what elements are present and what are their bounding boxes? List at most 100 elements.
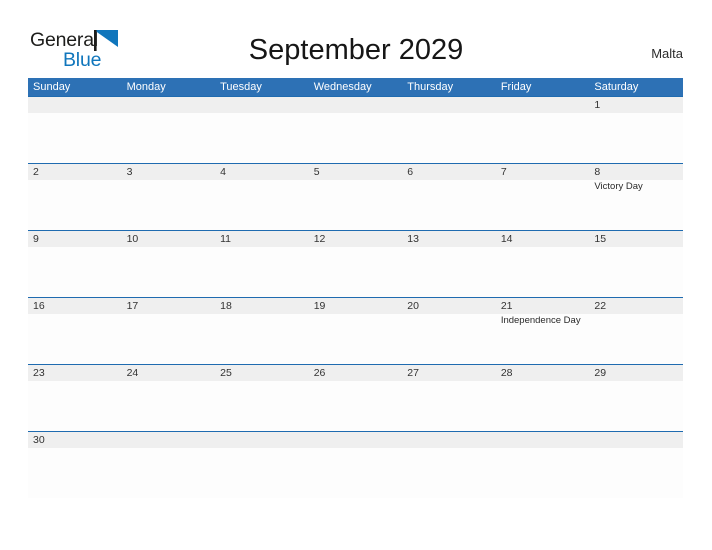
day-cell[interactable]: 4 <box>215 164 309 229</box>
day-of-week-header: Sunday Monday Tuesday Wednesday Thursday… <box>28 78 683 96</box>
day-number: 8 <box>594 166 601 178</box>
day-cell[interactable]: 25 <box>215 365 309 430</box>
day-cell[interactable] <box>496 97 590 162</box>
day-cell[interactable]: 10 <box>122 231 216 296</box>
day-cell[interactable]: 14 <box>496 231 590 296</box>
day-cell[interactable]: 7 <box>496 164 590 229</box>
dow-monday: Monday <box>126 81 166 93</box>
week-row: 9 10 11 12 13 14 15 <box>28 230 683 297</box>
day-cell[interactable]: 3 <box>122 164 216 229</box>
day-cell[interactable] <box>589 432 683 497</box>
day-event: Victory Day <box>594 181 643 192</box>
day-cell[interactable]: 11 <box>215 231 309 296</box>
day-number: 26 <box>313 367 326 379</box>
day-number: 1 <box>594 99 601 111</box>
day-cell[interactable] <box>215 97 309 162</box>
day-cell[interactable]: 13 <box>402 231 496 296</box>
day-number: 9 <box>33 233 39 245</box>
day-number <box>33 97 122 113</box>
day-number: 27 <box>407 367 419 379</box>
calendar-page: General Blue September 2029 Malta Sunday… <box>0 0 712 550</box>
day-cell[interactable]: 9 <box>28 231 122 296</box>
day-cell[interactable]: 8 Victory Day <box>589 164 683 229</box>
day-number: 14 <box>500 233 513 245</box>
day-number <box>127 432 216 448</box>
day-cell[interactable] <box>215 432 309 497</box>
logo-text-general: General <box>30 29 98 51</box>
day-cell[interactable]: 15 <box>589 231 683 296</box>
day-cell[interactable]: 18 <box>215 298 309 363</box>
region-label: Malta <box>651 46 683 61</box>
day-cell[interactable]: 22 <box>589 298 683 363</box>
day-number: 30 <box>33 434 45 446</box>
week-row: 30 <box>28 431 683 498</box>
day-cell[interactable] <box>122 432 216 497</box>
day-cell[interactable]: 29 <box>589 365 683 430</box>
day-cell[interactable]: 12 <box>309 231 403 296</box>
day-number: 12 <box>313 233 326 245</box>
day-number <box>594 432 683 448</box>
week-row: 1 <box>28 96 683 163</box>
day-number: 29 <box>594 367 607 379</box>
day-cell[interactable]: 1 <box>589 97 683 162</box>
day-cell[interactable] <box>402 432 496 497</box>
dow-friday: Friday <box>500 81 532 93</box>
day-number <box>407 97 496 113</box>
logo-text-blue: Blue <box>63 49 102 71</box>
week-row: 16 17 18 19 20 21 Independence Day 22 <box>28 297 683 364</box>
day-cell[interactable]: 17 <box>122 298 216 363</box>
blue-triangle-flag-icon <box>94 30 118 51</box>
day-number <box>407 432 496 448</box>
day-number <box>314 97 403 113</box>
day-cell[interactable] <box>28 97 122 162</box>
day-number <box>501 97 590 113</box>
day-cell[interactable]: 6 <box>402 164 496 229</box>
day-cell[interactable]: 2 <box>28 164 122 229</box>
week-row: 23 24 25 26 27 28 29 <box>28 364 683 431</box>
day-number: 25 <box>220 367 232 379</box>
page-title: September 2029 <box>248 34 464 66</box>
day-cell[interactable]: 26 <box>309 365 403 430</box>
day-number: 15 <box>594 233 607 245</box>
day-number: 28 <box>500 367 513 379</box>
day-number: 5 <box>313 166 320 178</box>
day-cell[interactable] <box>309 97 403 162</box>
day-number: 17 <box>126 300 139 312</box>
day-cell[interactable]: 5 <box>309 164 403 229</box>
day-cell[interactable]: 20 <box>402 298 496 363</box>
page-header: General Blue September 2029 Malta <box>0 0 712 76</box>
week-row: 2 3 4 5 6 7 8 Victory Day <box>28 163 683 230</box>
dow-thursday: Thursday <box>407 81 454 93</box>
day-number: 2 <box>33 166 39 178</box>
day-number <box>127 97 216 113</box>
day-cell[interactable] <box>402 97 496 162</box>
day-number: 22 <box>594 300 607 312</box>
day-number: 20 <box>407 300 419 312</box>
day-cell[interactable] <box>122 97 216 162</box>
day-number <box>220 97 309 113</box>
day-cell[interactable] <box>496 432 590 497</box>
day-cell[interactable]: 19 <box>309 298 403 363</box>
day-number: 16 <box>33 300 45 312</box>
dow-tuesday: Tuesday <box>220 81 262 93</box>
day-cell[interactable]: 30 <box>28 432 122 497</box>
general-blue-logo[interactable]: General Blue <box>30 29 150 73</box>
day-cell[interactable]: 27 <box>402 365 496 430</box>
day-number: 6 <box>407 166 414 178</box>
day-number: 21 <box>500 300 513 312</box>
dow-sunday: Sunday <box>33 81 71 93</box>
day-cell[interactable]: 28 <box>496 365 590 430</box>
day-number <box>501 432 590 448</box>
day-number: 13 <box>407 233 419 245</box>
day-number: 4 <box>220 166 226 178</box>
day-cell[interactable]: 23 <box>28 365 122 430</box>
day-cell[interactable]: 21 Independence Day <box>496 298 590 363</box>
day-number: 7 <box>500 166 507 178</box>
day-cell[interactable]: 16 <box>28 298 122 363</box>
day-number: 3 <box>126 166 133 178</box>
day-number: 23 <box>33 367 45 379</box>
day-cell[interactable]: 24 <box>122 365 216 430</box>
dow-wednesday: Wednesday <box>313 81 372 93</box>
day-cell[interactable] <box>309 432 403 497</box>
day-number: 18 <box>220 300 232 312</box>
